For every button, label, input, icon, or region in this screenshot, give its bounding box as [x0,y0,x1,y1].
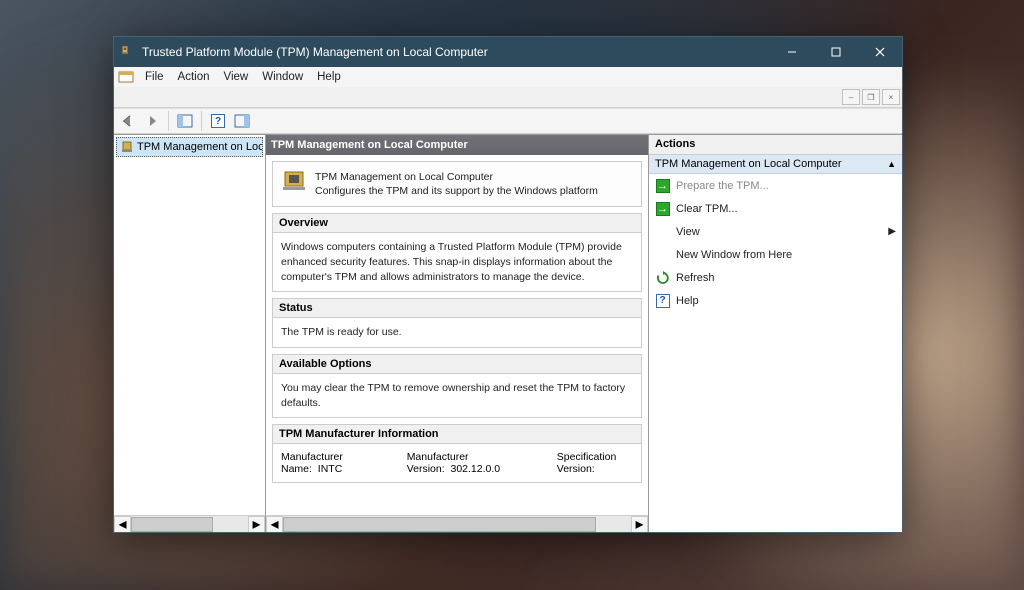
scroll-thumb[interactable] [131,517,213,532]
mfg-spec-label: Specification Version: [557,451,633,475]
options-title: Available Options [273,355,641,374]
mfg-name-value: INTC [318,463,343,475]
menu-help[interactable]: Help [310,67,348,87]
tree-item-label: TPM Management on Local Comp [137,141,263,153]
info-box: TPM Management on Local Computer Configu… [272,161,642,207]
content-body: TPM Management on Local Computer Configu… [266,155,648,515]
content-header: TPM Management on Local Computer [266,135,648,155]
mdi-restore[interactable]: ❐ [862,89,880,105]
scroll-track[interactable] [131,516,248,533]
status-body: The TPM is ready for use. [273,318,641,347]
info-title: TPM Management on Local Computer [315,170,598,184]
action-prepare-tpm: → Prepare the TPM... [649,174,902,197]
mmc-window: Trusted Platform Module (TPM) Management… [113,36,903,533]
action-view[interactable]: View ▶ [649,220,902,243]
back-button[interactable] [117,110,139,132]
tree-item-tpm[interactable]: TPM Management on Local Comp [116,137,263,157]
help-icon: ? [211,114,225,128]
minimize-button[interactable] [770,37,814,67]
action-label: Prepare the TPM... [676,180,769,192]
collapse-icon: ▲ [887,159,896,169]
submenu-icon: ▶ [888,226,896,237]
overview-section: Overview Windows computers containing a … [272,213,642,292]
tree-pane: TPM Management on Local Comp ◂ ▸ [114,135,266,532]
tpm-icon [120,44,136,60]
help-icon: ? [655,293,670,308]
status-section: Status The TPM is ready for use. [272,298,642,348]
clear-icon: → [655,201,670,216]
info-desc: Configures the TPM and its support by th… [315,184,598,198]
action-new-window[interactable]: New Window from Here [649,243,902,266]
maximize-button[interactable] [814,37,858,67]
prepare-icon: → [655,178,670,193]
tpm-chip-icon [281,170,307,192]
actions-pane: Actions TPM Management on Local Computer… [649,135,902,532]
refresh-icon [655,270,670,285]
action-label: New Window from Here [676,249,792,261]
action-help[interactable]: ? Help [649,289,902,312]
options-body: You may clear the TPM to remove ownershi… [273,374,641,417]
actions-subhead-label: TPM Management on Local Computer [655,158,841,170]
body: TPM Management on Local Comp ◂ ▸ TPM Man… [114,134,902,532]
tpm-node-icon [120,140,134,154]
menubar: File Action View Window Help [114,67,902,87]
help-button[interactable]: ? [207,110,229,132]
scroll-left-icon[interactable]: ◂ [114,516,131,533]
action-label: Help [676,295,699,307]
options-section: Available Options You may clear the TPM … [272,354,642,418]
action-clear-tpm[interactable]: → Clear TPM... [649,197,902,220]
console-icon [118,69,134,85]
menu-action[interactable]: Action [171,67,217,87]
forward-button[interactable] [141,110,163,132]
info-text: TPM Management on Local Computer Configu… [315,170,598,198]
menu-view[interactable]: View [217,67,256,87]
scroll-right-icon[interactable]: ▸ [248,516,265,533]
window-title: Trusted Platform Module (TPM) Management… [142,45,488,59]
scroll-left-icon[interactable]: ◂ [266,516,283,533]
mdi-close[interactable]: × [882,89,900,105]
mfg-row: Manufacturer Name: INTC Manufacturer Ver… [273,444,641,482]
scroll-right-icon[interactable]: ▸ [631,516,648,533]
close-button[interactable] [858,37,902,67]
menu-file[interactable]: File [138,67,171,87]
status-title: Status [273,299,641,318]
mdi-minimize[interactable]: – [842,89,860,105]
action-label: Refresh [676,272,715,284]
mfg-ver-value: 302.12.0.0 [450,463,500,475]
content-hscrollbar[interactable]: ◂ ▸ [266,515,648,532]
mdi-header: – ❐ × [114,87,902,108]
blank-icon [655,224,670,239]
toolbar-separator [168,111,169,131]
action-label: Clear TPM... [676,203,738,215]
menu-window[interactable]: Window [255,67,310,87]
actions-subhead[interactable]: TPM Management on Local Computer ▲ [649,155,902,174]
actions-pane-button[interactable] [231,110,253,132]
content-pane: TPM Management on Local Computer TPM Man… [266,135,649,532]
action-label: View [676,226,700,238]
show-hide-tree-button[interactable] [174,110,196,132]
scroll-thumb[interactable] [283,517,596,532]
overview-body: Windows computers containing a Trusted P… [273,233,641,291]
blank-icon [655,247,670,262]
action-refresh[interactable]: Refresh [649,266,902,289]
toolbar-separator [201,111,202,131]
toolbar: ? [114,108,902,134]
tree-hscrollbar[interactable]: ◂ ▸ [114,515,265,532]
scroll-track[interactable] [283,516,631,533]
mfg-section: TPM Manufacturer Information Manufacture… [272,424,642,483]
overview-title: Overview [273,214,641,233]
mfg-title: TPM Manufacturer Information [273,425,641,444]
titlebar[interactable]: Trusted Platform Module (TPM) Management… [114,37,902,67]
actions-header: Actions [649,135,902,155]
